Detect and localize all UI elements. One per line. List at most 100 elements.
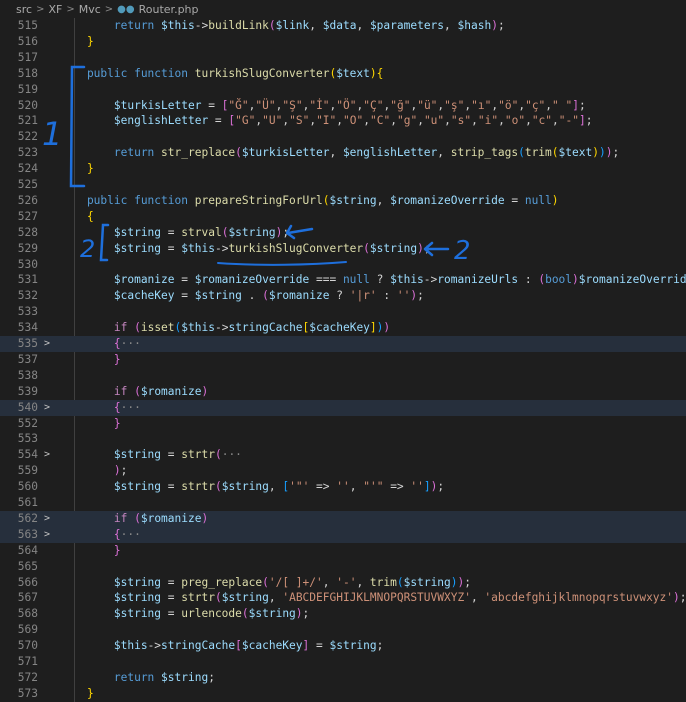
code-token: ; — [302, 607, 310, 621]
breadcrumb-item-src[interactable]: src — [16, 3, 32, 16]
code-token: trim — [369, 575, 397, 589]
code-token: '' — [410, 480, 424, 494]
code-token: ( — [134, 384, 141, 398]
breadcrumb-item-router-php[interactable]: Router.php — [139, 3, 199, 16]
code-token: ( — [235, 146, 242, 160]
code-token: = — [161, 591, 182, 605]
code-line[interactable]: 520 $turkisLetter = ["Ğ","Ü","Ş","İ","Ö"… — [0, 98, 686, 114]
code-token: "ç" — [525, 98, 546, 112]
line-number: 518 — [17, 66, 38, 80]
code-token: $string — [60, 607, 162, 621]
code-line[interactable]: 533 — [0, 304, 686, 320]
code-token: ; — [423, 241, 431, 255]
breadcrumb-item-xf[interactable]: XF — [48, 3, 62, 16]
code-text: $turkisLetter = ["Ğ","Ü","Ş","İ","Ö","Ç"… — [60, 98, 586, 114]
code-token: , — [356, 19, 370, 32]
code-text: public function prepareStringForUrl($str… — [60, 193, 559, 209]
code-line[interactable]: 529 $string = $this->turkishSlugConverte… — [0, 241, 686, 257]
code-line[interactable]: 516 } — [0, 34, 686, 50]
code-token: $string — [60, 480, 162, 494]
code-line[interactable]: 568 $string = urlencode($string); — [0, 606, 686, 622]
code-token: $cacheKey — [309, 321, 370, 335]
fold-chevron-icon[interactable]: > — [44, 527, 56, 543]
code-line[interactable]: 521 $englishLetter = ["G","U","S","I","O… — [0, 113, 686, 129]
code-line[interactable]: 525 — [0, 177, 686, 193]
code-line[interactable]: 552 } — [0, 416, 686, 432]
code-token: -> — [423, 273, 438, 287]
code-line[interactable]: 515 return $this->buildLink($link, $data… — [0, 18, 686, 34]
code-line[interactable]: 561 — [0, 495, 686, 511]
code-line[interactable]: 572 return $string; — [0, 670, 686, 686]
code-line[interactable]: 531 $romanize = $romanizeOverride === nu… — [0, 272, 686, 288]
line-number: 560 — [17, 480, 38, 494]
code-token: "ü" — [417, 98, 438, 112]
code-line[interactable]: 532 $cacheKey = $string . ($romanize ? '… — [0, 288, 686, 304]
code-token: $cacheKey — [241, 639, 303, 653]
breadcrumb-item-mvc[interactable]: Mvc — [79, 3, 101, 16]
code-line[interactable]: 535 > {··· — [0, 336, 686, 352]
code-token: 'abcdefghijklmnopqrstuvwxyz' — [484, 591, 674, 605]
code-line[interactable]: 563 > {··· — [0, 526, 686, 543]
code-line[interactable]: 523 return str_replace($turkisLetter, $e… — [0, 145, 686, 161]
code-token: turkishSlugConverter — [228, 241, 364, 255]
code-line[interactable]: 571 — [0, 654, 686, 670]
code-token: = — [504, 193, 525, 207]
line-number: 528 — [17, 225, 38, 239]
code-line[interactable]: 540 > {··· — [0, 399, 686, 416]
code-token: ( — [268, 19, 276, 32]
code-line[interactable]: 570 $this->stringCache[$cacheKey] = $str… — [0, 638, 686, 654]
code-line[interactable]: 553 — [0, 431, 686, 447]
code-line[interactable]: 517 — [0, 50, 686, 66]
code-token: "'" — [363, 480, 384, 494]
code-line[interactable]: 560 $string = strtr($string, ['"' => '',… — [0, 479, 686, 495]
code-line[interactable]: 524 } — [0, 161, 686, 177]
code-token: $romanize — [140, 511, 202, 525]
code-token: , — [390, 114, 397, 128]
code-token: $this — [181, 321, 215, 335]
code-text: $romanize = $romanizeOverride === null ?… — [60, 272, 686, 288]
php-file-icon: ●● — [117, 3, 135, 15]
code-line[interactable]: 554 > $string = strtr(··· — [0, 447, 686, 463]
fold-chevron-icon[interactable]: > — [44, 511, 56, 527]
code-token: -> — [147, 639, 162, 653]
code-line[interactable]: 539 if ($romanize) — [0, 384, 686, 400]
code-line[interactable]: 567 $string = strtr($string, 'ABCDEFGHIJ… — [0, 590, 686, 606]
code-token: $text — [558, 146, 593, 160]
code-token: [ — [235, 639, 242, 653]
code-line[interactable]: 530 — [0, 257, 686, 273]
code-line[interactable]: 565 — [0, 559, 686, 575]
code-token: , — [470, 591, 485, 605]
line-number: 522 — [17, 130, 38, 144]
code-editor[interactable]: 515 return $this->buildLink($link, $data… — [0, 18, 686, 702]
fold-chevron-icon[interactable]: > — [44, 400, 56, 416]
code-token: $cacheKey — [60, 289, 175, 303]
code-line[interactable]: 519 — [0, 82, 686, 98]
code-token: ··· — [120, 337, 141, 350]
code-token: ) — [450, 575, 458, 589]
code-line[interactable]: 559 ); — [0, 463, 686, 479]
code-line[interactable]: 518 public function turkishSlugConverter… — [0, 66, 686, 82]
code-text: $cacheKey = $string . ($romanize ? '|r' … — [60, 288, 424, 304]
code-line[interactable]: 537 } — [0, 352, 686, 368]
code-line[interactable]: 528 $string = strval($string); — [0, 225, 686, 241]
code-token: => — [309, 480, 337, 494]
code-line[interactable]: 534 if (isset($this->stringCache[$cacheK… — [0, 320, 686, 336]
code-line[interactable]: 569 — [0, 622, 686, 638]
code-line[interactable]: 522 — [0, 129, 686, 145]
code-token: = — [201, 98, 222, 112]
code-line[interactable]: 526 public function prepareStringForUrl(… — [0, 193, 686, 209]
code-line[interactable]: 538 — [0, 368, 686, 384]
code-line[interactable]: 573 } — [0, 686, 686, 702]
code-line[interactable]: 566 $string = preg_replace('/[ ]+/', '-'… — [0, 575, 686, 591]
code-line[interactable]: 562 > if ($romanize) — [0, 510, 686, 527]
code-text: } — [60, 34, 94, 50]
code-line[interactable]: 527 { — [0, 209, 686, 225]
code-token: $romanize — [60, 273, 175, 287]
code-token: strtr — [181, 591, 215, 605]
fold-chevron-icon[interactable]: > — [44, 447, 56, 463]
fold-chevron-icon[interactable]: > — [44, 336, 56, 352]
code-token: '' — [336, 480, 350, 494]
code-token: return — [60, 19, 162, 32]
code-token: { — [60, 209, 94, 223]
code-line[interactable]: 564 } — [0, 543, 686, 559]
